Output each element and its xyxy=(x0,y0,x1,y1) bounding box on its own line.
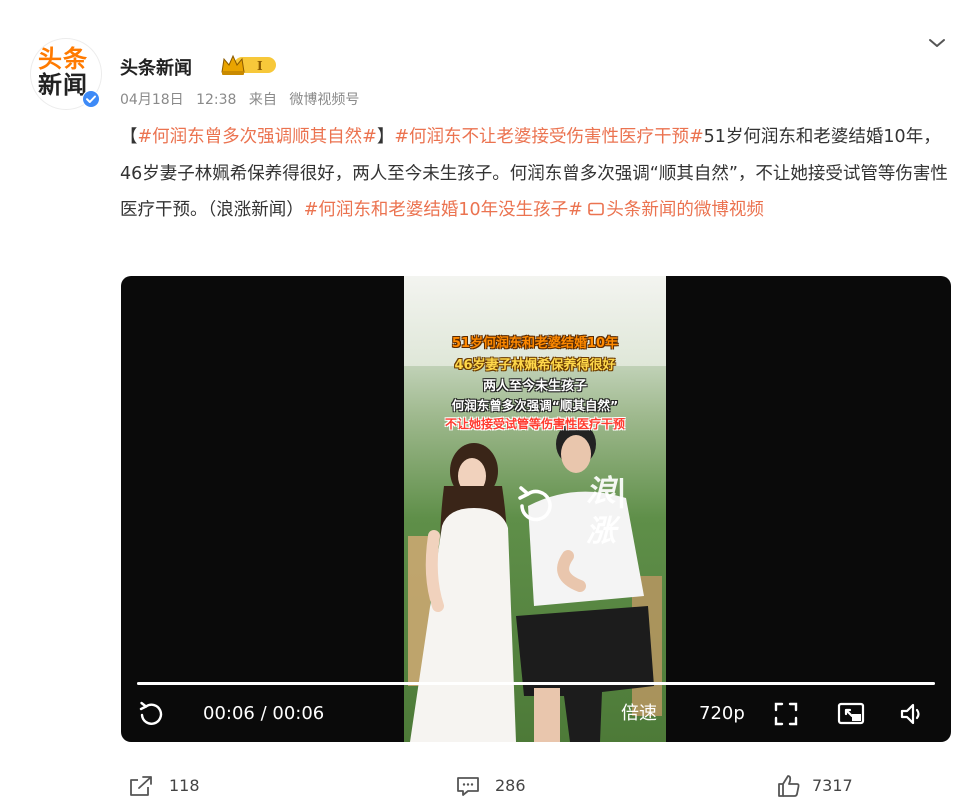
comment-button[interactable]: 286 xyxy=(455,774,535,798)
bracket-open: 【 xyxy=(120,127,138,147)
share-count: 118 xyxy=(169,776,200,795)
comment-icon xyxy=(457,777,479,796)
fullscreen-icon[interactable] xyxy=(773,701,799,727)
post-source[interactable]: 微博视频号 xyxy=(289,92,359,108)
video-caption-4: 何润东曾多次强调“顺其自然” xyxy=(451,398,619,413)
time-display: 00:06 / 00:06 xyxy=(203,702,324,726)
vip-badge[interactable]: Ⅰ xyxy=(220,52,278,78)
like-button[interactable]: 7317 xyxy=(776,774,866,798)
pip-icon[interactable] xyxy=(837,701,865,727)
current-time: 00:06 xyxy=(203,703,255,724)
author-avatar[interactable]: 头条 新闻 xyxy=(30,38,102,110)
comment-count: 286 xyxy=(495,776,526,795)
bracket-close: 】 xyxy=(376,127,395,147)
vip-level: Ⅰ xyxy=(257,59,263,73)
speed-button[interactable]: 倍速 xyxy=(621,702,657,726)
hashtag-2[interactable]: #何润东不让老婆接受伤害性医疗干预# xyxy=(394,127,703,147)
like-count: 7317 xyxy=(812,776,853,795)
logo-line-1: 头条 xyxy=(38,45,88,73)
video-link-icon xyxy=(588,202,605,216)
duration: 00:06 xyxy=(272,703,325,724)
video-caption-1: 51岁何润东和老婆结婚10年 xyxy=(451,336,619,351)
hashtag-1[interactable]: #何润东曾多次强调顺其自然# xyxy=(138,127,377,147)
video-player[interactable]: 51岁何润东和老婆结婚10年 46岁妻子林姵希保养得很好 两人至今未生孩子 何润… xyxy=(121,276,951,742)
crown-icon: Ⅰ xyxy=(221,54,276,75)
source-prefix: 来自 xyxy=(248,92,277,108)
post-text: 【#何润东曾多次强调顺其自然#】#何润东不让老婆接受伤害性医疗干预#51岁何润东… xyxy=(120,119,950,229)
share-button[interactable]: 118 xyxy=(128,774,208,798)
author-name[interactable]: 头条新闻 xyxy=(120,54,192,80)
post-meta: 04月18日 12:38 来自 微博视频号 xyxy=(120,89,359,109)
post-date[interactable]: 04月18日 xyxy=(120,92,184,108)
volume-icon[interactable] xyxy=(899,701,925,727)
video-watermark: 浪|涨 xyxy=(586,474,627,549)
video-caption-3: 两人至今未生孩子 xyxy=(482,379,587,394)
thumbs-up-icon xyxy=(778,775,800,797)
time-separator: / xyxy=(254,703,273,724)
replay-icon[interactable] xyxy=(137,700,165,728)
replay-large-icon[interactable] xyxy=(512,482,558,528)
post-time[interactable]: 12:38 xyxy=(196,92,236,108)
video-link-label: 头条新闻的微博视频 xyxy=(606,200,764,220)
video-caption-5: 不让她接受试管等伤害性医疗干预 xyxy=(444,417,625,431)
video-frame: 51岁何润东和老婆结婚10年 46岁妻子林姵希保养得很好 两人至今未生孩子 何润… xyxy=(404,276,666,742)
quality-button[interactable]: 720p xyxy=(699,702,745,726)
video-caption-2: 46岁妻子林姵希保养得很好 xyxy=(454,358,616,373)
progress-fill xyxy=(137,682,935,685)
verified-icon xyxy=(82,90,100,108)
chevron-down-icon[interactable] xyxy=(926,32,948,54)
share-icon xyxy=(130,776,152,796)
progress-bar[interactable] xyxy=(137,682,935,685)
hashtag-3[interactable]: #何润东和老婆结婚10年没生孩子# xyxy=(304,200,583,220)
video-link[interactable]: 头条新闻的微博视频 xyxy=(588,200,764,220)
